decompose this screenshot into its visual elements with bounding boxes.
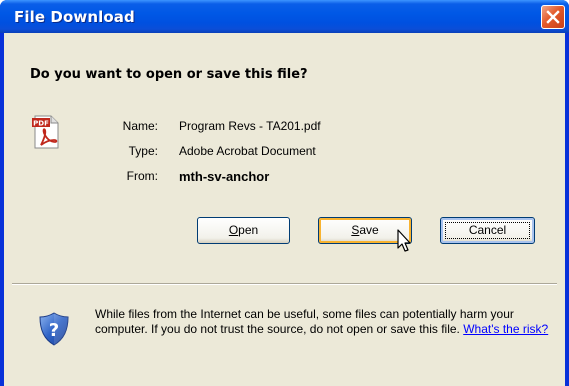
shield-question-icon: ? (39, 312, 69, 346)
name-label: Name: (122, 119, 158, 133)
name-value: Program Revs - TA201.pdf (179, 119, 321, 133)
from-value: mth-sv-anchor (179, 169, 270, 184)
dialog-question: Do you want to open or save this file? (30, 67, 308, 82)
mouse-pointer-icon (397, 229, 411, 252)
separator (12, 283, 557, 285)
dialog-body: Do you want to open or save this file? P… (4, 33, 565, 386)
type-value: Adobe Acrobat Document (179, 144, 316, 158)
whats-the-risk-link[interactable]: What's the risk? (463, 322, 548, 336)
open-accel: O (228, 223, 239, 237)
file-download-window: File Download Do you want to open or sav… (0, 0, 569, 386)
title-bar[interactable]: File Download (0, 0, 569, 33)
cancel-button[interactable]: Cancel (440, 217, 535, 244)
svg-text:?: ? (49, 320, 59, 341)
open-label-rest: pen (238, 223, 259, 237)
close-icon (546, 10, 560, 24)
focus-ring (445, 222, 530, 239)
pdf-file-icon: PDF (32, 115, 59, 149)
close-button[interactable] (541, 5, 565, 29)
warning-text: While files from the Internet can be use… (95, 307, 555, 337)
from-label: From: (126, 169, 158, 183)
type-label: Type: (128, 144, 158, 158)
pdf-badge: PDF (33, 120, 49, 128)
warning-message: While files from the Internet can be use… (95, 307, 514, 336)
save-label-rest: ave (359, 223, 379, 237)
open-button[interactable]: Open (197, 217, 290, 244)
window-title: File Download (14, 8, 135, 26)
